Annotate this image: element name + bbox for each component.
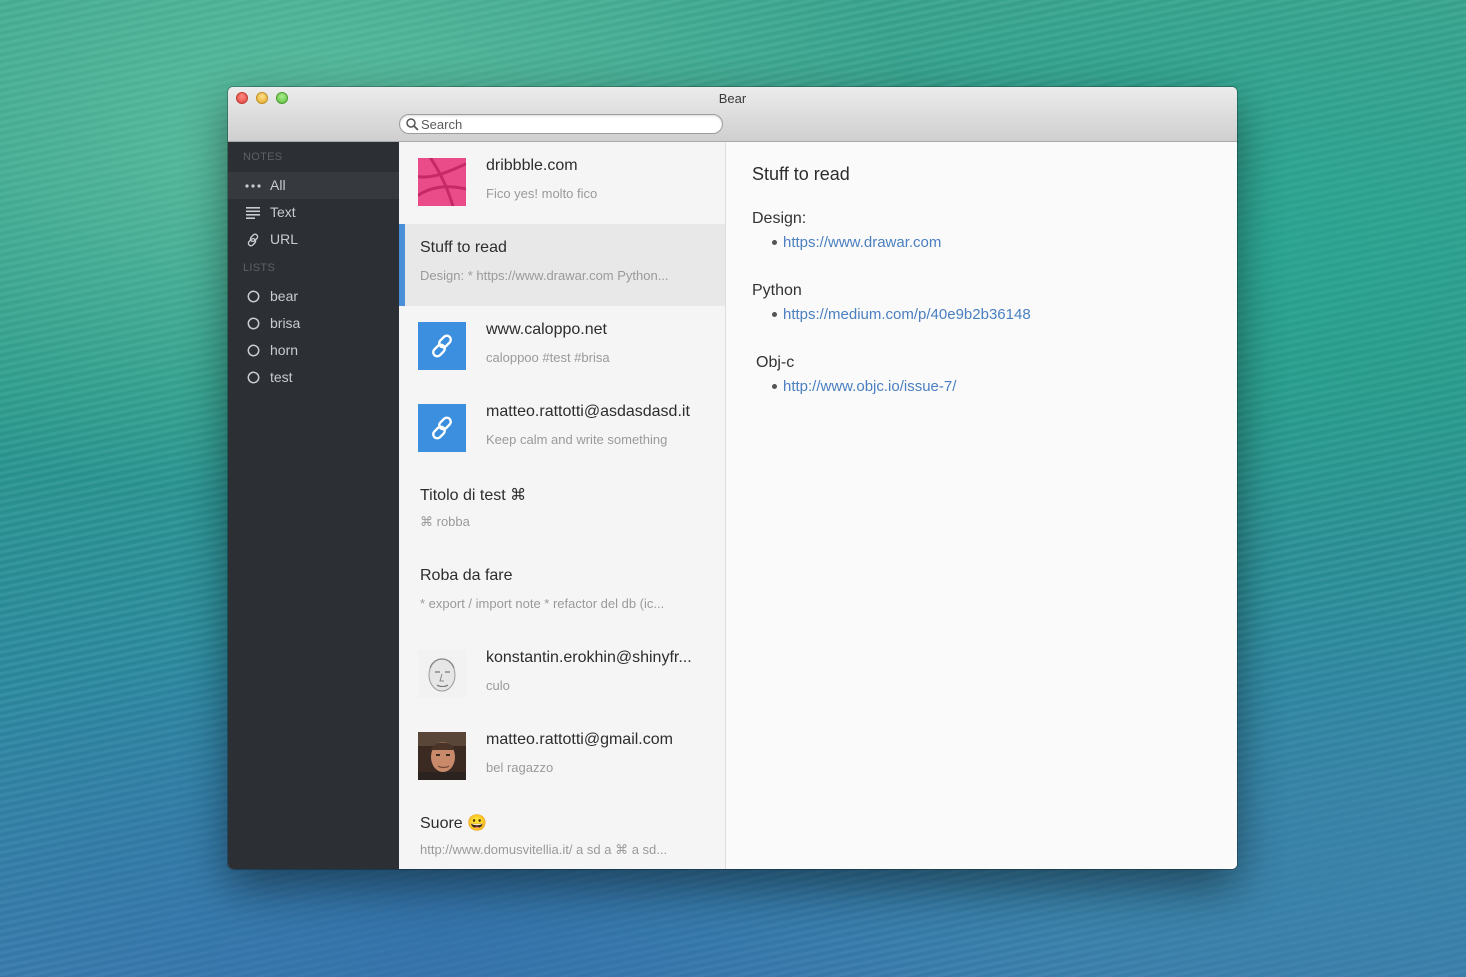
dribbble-thumb xyxy=(418,158,466,206)
link-icon xyxy=(244,231,262,249)
note-preview: caloppoo #test #brisa xyxy=(486,350,610,365)
sidebar-item-all[interactable]: All xyxy=(228,172,399,199)
note-title: konstantin.erokhin@shinyfr... xyxy=(486,649,692,666)
lists-section-header: LISTS xyxy=(243,262,276,274)
note-preview: * export / import note * refactor del db… xyxy=(420,596,665,611)
search-input[interactable] xyxy=(421,115,711,133)
note-title: www.caloppo.net xyxy=(486,321,607,338)
note-preview: Fico yes! molto fico xyxy=(486,186,598,201)
sidebar-item-label: URL xyxy=(270,231,299,247)
link-medium[interactable]: https://medium.com/p/40e9b2b36148 xyxy=(783,306,1031,323)
bullet-dot-icon xyxy=(772,384,777,389)
note-preview: ⌘ robba xyxy=(420,514,470,529)
section-heading-python: Python xyxy=(752,282,802,299)
titlebar: Bear xyxy=(228,87,1237,142)
app-window: Bear NOTES All Text URL xyxy=(228,87,1237,869)
note-item-caloppo[interactable]: www.caloppo.net caloppoo #test #brisa xyxy=(399,306,725,388)
sidebar-item-bear[interactable]: bear xyxy=(228,283,399,310)
ellipsis-icon xyxy=(244,177,262,195)
sketch-avatar-thumb xyxy=(418,650,466,698)
sidebar-item-test[interactable]: test xyxy=(228,364,399,391)
text-lines-icon xyxy=(244,204,262,222)
sidebar-item-brisa[interactable]: brisa xyxy=(228,310,399,337)
bullet-dot-icon xyxy=(772,312,777,317)
sidebar: NOTES All Text URL LISTS bear brisa horn… xyxy=(228,142,399,869)
search-field[interactable] xyxy=(399,114,723,134)
note-title: matteo.rattotti@gmail.com xyxy=(486,731,673,748)
note-title: matteo.rattotti@asdasdasd.it xyxy=(486,403,690,420)
note-title: Stuff to read xyxy=(420,239,507,256)
section-heading-design: Design: xyxy=(752,210,807,227)
document-title: Stuff to read xyxy=(752,164,850,184)
sidebar-item-label: Text xyxy=(270,204,296,220)
note-item-titolo-di-test[interactable]: Titolo di test ⌘ ⌘ robba xyxy=(399,470,725,552)
link-drawar[interactable]: https://www.drawar.com xyxy=(783,234,941,251)
circle-icon xyxy=(244,369,262,387)
note-item-stuff-to-read[interactable]: Stuff to read Design: * https://www.draw… xyxy=(399,224,725,306)
note-item-matteo-asdasdasd[interactable]: matteo.rattotti@asdasdasd.it Keep calm a… xyxy=(399,388,725,470)
circle-icon xyxy=(244,315,262,333)
link-thumb xyxy=(418,404,466,452)
note-item-roba-da-fare[interactable]: Roba da fare * export / import note * re… xyxy=(399,552,725,634)
bullet-item: https://medium.com/p/40e9b2b36148 xyxy=(772,306,1031,323)
note-item-suore[interactable]: Suore 😀 http://www.domusvitellia.it/ a s… xyxy=(399,798,725,869)
circle-icon xyxy=(244,342,262,360)
note-title: Roba da fare xyxy=(420,567,513,584)
bullet-dot-icon xyxy=(772,240,777,245)
bullet-item: https://www.drawar.com xyxy=(772,234,941,251)
note-title: Suore 😀 xyxy=(420,815,488,832)
link-objc[interactable]: http://www.objc.io/issue-7/ xyxy=(783,378,956,395)
link-thumb xyxy=(418,322,466,370)
bullet-item: http://www.objc.io/issue-7/ xyxy=(772,378,956,395)
sidebar-item-url[interactable]: URL xyxy=(228,226,399,253)
section-heading-objc: Obj-c xyxy=(756,354,795,371)
window-title: Bear xyxy=(718,91,747,106)
photo-avatar-thumb xyxy=(418,732,466,780)
search-icon xyxy=(406,118,419,131)
sidebar-item-label: horn xyxy=(270,342,299,358)
circle-icon xyxy=(244,288,262,306)
note-list: dribbble.com Fico yes! molto fico Stuff … xyxy=(399,142,726,869)
note-editor[interactable]: Stuff to read Design: https://www.drawar… xyxy=(726,142,1237,869)
note-preview: culo xyxy=(486,678,510,693)
sidebar-item-label: All xyxy=(270,177,286,193)
note-preview: bel ragazzo xyxy=(486,760,554,775)
note-item-dribbble[interactable]: dribbble.com Fico yes! molto fico xyxy=(399,142,725,224)
sidebar-item-label: test xyxy=(270,369,293,385)
note-title: Titolo di test ⌘ xyxy=(420,487,527,504)
notes-section-header: NOTES xyxy=(243,151,283,163)
note-title: dribbble.com xyxy=(486,157,578,174)
note-preview: Keep calm and write something xyxy=(486,432,668,447)
note-item-matteo-gmail[interactable]: matteo.rattotti@gmail.com bel ragazzo xyxy=(399,716,725,798)
selection-indicator xyxy=(399,224,405,306)
sidebar-item-label: bear xyxy=(270,288,299,304)
note-item-konstantin[interactable]: konstantin.erokhin@shinyfr... culo xyxy=(399,634,725,716)
note-preview: Design: * https://www.drawar.com Python.… xyxy=(420,268,669,283)
sidebar-item-label: brisa xyxy=(270,315,301,331)
note-preview: http://www.domusvitellia.it/ a sd a ⌘ a … xyxy=(420,842,668,857)
sidebar-item-text[interactable]: Text xyxy=(228,199,399,226)
sidebar-item-horn[interactable]: horn xyxy=(228,337,399,364)
